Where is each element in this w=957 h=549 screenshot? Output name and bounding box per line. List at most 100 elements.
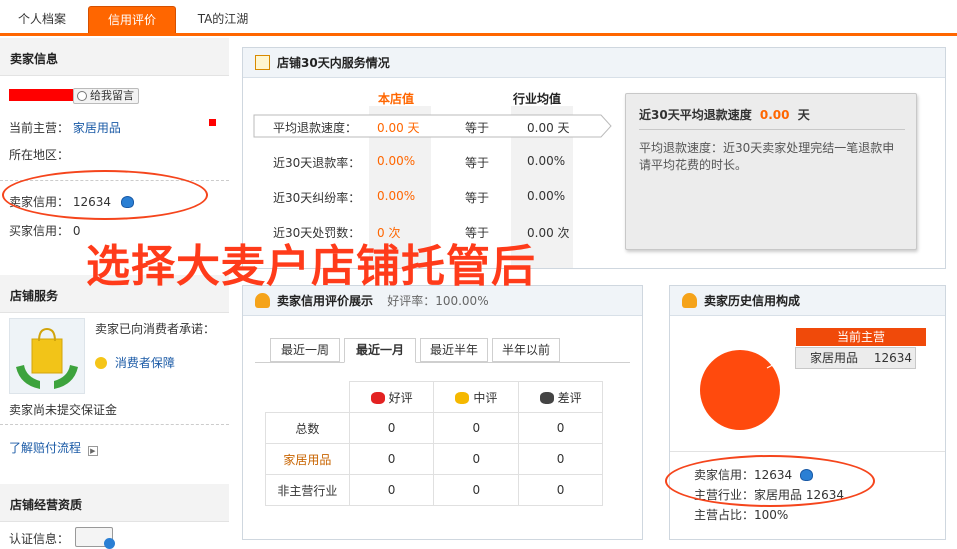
row-dispute-rate-industry: 0.00% xyxy=(527,189,566,203)
table-row: 非主营行业 0 0 0 xyxy=(265,474,603,506)
row-refund-speed-label: 平均退款速度： xyxy=(273,121,358,135)
top-tab-bar: 个人档案 信用评价 TA的江湖 xyxy=(0,0,957,36)
cell-good: 0 xyxy=(348,412,435,444)
message-button-label: 给我留言 xyxy=(90,89,134,102)
history-ratio-row: 主营占比：100% xyxy=(694,506,788,523)
service-panel-header: 店铺30天内服务情况 xyxy=(243,48,945,78)
qualification-title: 店铺经营资质 xyxy=(0,484,229,522)
annotation-oval-sidebar xyxy=(2,170,208,220)
tab-last-half-year[interactable]: 最近半年 xyxy=(420,338,488,362)
cell-mid: 0 xyxy=(433,412,520,444)
rating-title: 卖家信用评价展示 xyxy=(277,294,374,308)
table-row: 总数 0 0 0 xyxy=(265,412,603,444)
buyer-credit-label: 买家信用： xyxy=(9,224,70,238)
claim-process-row: 了解赔付流程 ▶ xyxy=(9,439,98,456)
tab-profile[interactable]: 个人档案 xyxy=(6,6,78,33)
tab-before-half-year[interactable]: 半年以前 xyxy=(492,338,560,362)
row-dispute-rate-shop: 0.00% xyxy=(377,189,416,203)
tab-credit[interactable]: 信用评价 xyxy=(88,6,176,33)
certification-icon[interactable] xyxy=(75,527,115,549)
chevron-right-icon: ▶ xyxy=(87,446,98,456)
overlay-annotation-text: 选择大麦户店铺托管后 xyxy=(86,241,536,292)
cell-good: 0 xyxy=(348,474,435,506)
row-refund-rate-cmp: 等于 xyxy=(465,156,490,170)
verified-badge-icon xyxy=(104,538,115,549)
row-label: 总数 xyxy=(265,412,350,444)
main-business-row: 当前主营： 家居用品 xyxy=(9,119,121,136)
row-refund-rate-label: 近30天退款率： xyxy=(273,156,361,170)
col-industry-header: 行业均值 xyxy=(513,92,562,106)
row-dispute-rate-label: 近30天纠纷率： xyxy=(273,191,361,205)
buyer-credit-value: 0 xyxy=(72,224,81,238)
refund-speed-tooltip: 近30天平均退款速度 0.00 天 平均退款速度：近30天卖家处理完结一笔退款申… xyxy=(625,93,917,250)
header-mid: 中评 xyxy=(433,381,520,413)
tooltip-description: 平均退款速度：近30天卖家处理完结一笔退款申请平均花费的时长。 xyxy=(639,141,895,172)
current-main-badge: 当前主营 xyxy=(796,328,926,346)
table-row: 家居用品 0 0 0 xyxy=(265,443,603,475)
tooltip-value: 0.00 xyxy=(759,108,790,122)
row-label: 非主营行业 xyxy=(265,474,350,506)
tab-community[interactable]: TA的江湖 xyxy=(186,6,260,33)
history-ratio-value: 100% xyxy=(754,508,789,522)
header-good-label: 好评 xyxy=(388,390,413,405)
legend-value: 12634 xyxy=(873,351,913,365)
rating-header-row: 好评 中评 差评 xyxy=(265,381,603,413)
user-icon xyxy=(682,293,697,308)
good-rating-icon xyxy=(370,391,385,404)
col-shop-header: 本店值 xyxy=(378,92,415,106)
row-refund-speed-shop: 0.00 天 xyxy=(377,121,420,135)
cell-bad: 0 xyxy=(518,412,603,444)
redacted-name xyxy=(9,89,73,101)
main-business-link[interactable]: 家居用品 xyxy=(73,121,121,135)
tab-last-month[interactable]: 最近一月 xyxy=(344,338,416,363)
row-dispute-rate-cmp: 等于 xyxy=(465,191,490,205)
rating-panel: 卖家信用评价展示 好评率：100.00% 最近一周 最近一月 最近半年 半年以前… xyxy=(242,285,643,540)
legend-category: 家居用品 xyxy=(810,351,859,365)
speech-bubble-icon xyxy=(77,91,87,101)
consumer-protection-link[interactable]: 消费者保障 xyxy=(115,356,175,370)
cell-mid: 0 xyxy=(433,443,520,475)
claim-process-link[interactable]: 了解赔付流程 xyxy=(9,441,81,455)
red-marker xyxy=(209,119,216,126)
row-refund-rate-shop: 0.00% xyxy=(377,154,416,168)
consumer-protection-row: 消费者保障 xyxy=(95,354,175,371)
user-icon xyxy=(255,293,270,308)
tooltip-title: 近30天平均退款速度 0.00 天 xyxy=(639,106,905,130)
calendar-icon xyxy=(255,55,270,70)
bad-rating-icon xyxy=(539,391,554,404)
rating-table: 好评 中评 差评 总数 0 0 0 家居用品 0 0 0 非主营行业 0 0 0 xyxy=(265,381,603,506)
service-title: 店铺30天内服务情况 xyxy=(277,56,390,70)
cell-good: 0 xyxy=(348,443,435,475)
divider xyxy=(0,424,229,425)
category-legend: 家居用品 12634 xyxy=(795,347,916,369)
message-button[interactable]: 给我留言 xyxy=(73,88,139,104)
history-title: 卖家历史信用构成 xyxy=(704,294,801,308)
row-label-link[interactable]: 家居用品 xyxy=(265,443,350,475)
header-bad-label: 差评 xyxy=(557,390,582,405)
consumer-protection-icon xyxy=(9,318,85,394)
deposit-text: 卖家尚未提交保证金 xyxy=(9,403,118,417)
region-label: 所在地区： xyxy=(9,148,70,162)
annotation-oval-history xyxy=(665,455,875,507)
shield-icon xyxy=(95,357,107,369)
subtab-baseline xyxy=(255,362,630,363)
good-rate: 好评率：100.00% xyxy=(387,294,489,308)
row-refund-rate-industry: 0.00% xyxy=(527,154,566,168)
certification-label: 认证信息： xyxy=(9,532,70,546)
cell-bad: 0 xyxy=(518,474,603,506)
header-good: 好评 xyxy=(348,381,435,413)
neutral-rating-icon xyxy=(455,391,470,404)
cell-bad: 0 xyxy=(518,443,603,475)
corner-cell xyxy=(265,381,350,413)
header-bad: 差评 xyxy=(518,381,603,413)
row-refund-speed-cmp: 等于 xyxy=(465,121,490,135)
tooltip-unit: 天 xyxy=(797,108,810,122)
history-ratio-label: 主营占比： xyxy=(694,508,755,522)
row-refund-speed-industry: 0.00 天 xyxy=(527,121,570,135)
seller-info-title: 卖家信息 xyxy=(0,38,229,76)
qualification-section: 店铺经营资质 xyxy=(0,484,229,522)
promise-text: 卖家已向消费者承诺： xyxy=(95,322,216,336)
tooltip-title-text: 近30天平均退款速度 xyxy=(639,108,752,122)
tab-last-week[interactable]: 最近一周 xyxy=(270,338,340,362)
buyer-credit-row: 买家信用： 0 xyxy=(9,222,80,239)
